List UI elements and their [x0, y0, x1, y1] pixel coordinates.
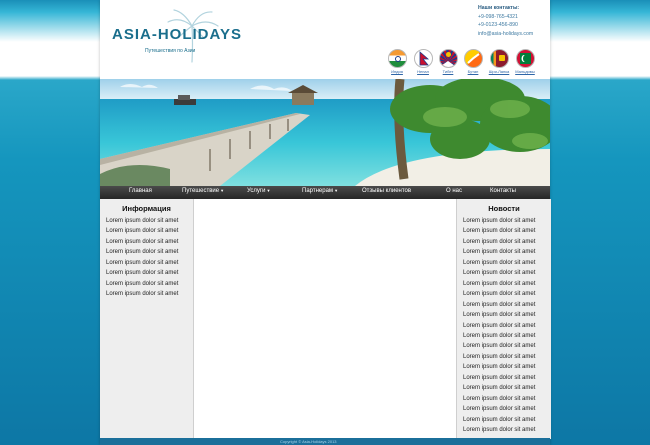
hero-beach-image	[100, 79, 550, 186]
list-item[interactable]: Lorem ipsum dolor sit amet	[463, 383, 551, 393]
sidebar-title: Новости	[488, 204, 520, 213]
list-item[interactable]: Lorem ipsum dolor sit amet	[106, 226, 193, 236]
nav-item-home[interactable]: Главная	[129, 188, 152, 194]
flag-link-sri-lanka[interactable]: Шри-Ланка	[489, 49, 509, 74]
list-item[interactable]: Lorem ipsum dolor sit amet	[463, 362, 551, 372]
list-item[interactable]: Lorem ipsum dolor sit amet	[463, 258, 551, 268]
sidebar-info: Информация Lorem ipsum dolor sit amet Lor…	[100, 199, 194, 439]
list-item[interactable]: Lorem ipsum dolor sit amet	[106, 268, 193, 278]
phone-2: +9-0123-456-890	[478, 22, 518, 29]
contacts-title: Наши контакты:	[478, 5, 520, 11]
nav-item-reviews[interactable]: Отзывы клиентов	[362, 188, 411, 194]
list-item[interactable]: Lorem ipsum dolor sit amet	[463, 247, 551, 257]
list-item[interactable]: Lorem ipsum dolor sit amet	[463, 425, 551, 435]
nav-label: О нас	[446, 188, 462, 194]
flag-link-bhutan[interactable]: Бутан	[463, 49, 483, 74]
list-item[interactable]: Lorem ipsum dolor sit amet	[463, 394, 551, 404]
caret-down-icon: ▼	[266, 188, 271, 193]
site-logo[interactable]: ASIA-HOLIDAYS	[112, 26, 242, 43]
flag-link-tibet[interactable]: Тибет	[438, 49, 458, 74]
flag-label: Мальдивы	[515, 69, 535, 74]
list-item[interactable]: Lorem ipsum dolor sit amet	[463, 216, 551, 226]
nepal-flag-icon	[413, 49, 433, 68]
nav-label: Путешествие	[182, 188, 220, 194]
nav-label: Отзывы клиентов	[362, 188, 412, 194]
nav-item-contacts[interactable]: Контакты	[490, 188, 516, 194]
tibet-flag-icon	[438, 49, 458, 68]
nav-item-services[interactable]: Услуги▼	[247, 188, 270, 194]
flag-link-india[interactable]: Индия	[387, 49, 407, 74]
list-item[interactable]: Lorem ipsum dolor sit amet	[463, 268, 551, 278]
contacts-block: Наши контакты: +9-098-765-4321 +9-0123-4…	[478, 4, 533, 38]
list-item[interactable]: Lorem ipsum dolor sit amet	[463, 404, 551, 414]
sidebar-news: Новости Lorem ipsum dolor sit amet Lorem …	[456, 199, 551, 439]
list-item[interactable]: Lorem ipsum dolor sit amet	[463, 373, 551, 383]
footer-copyright: Copyright © Asia-Holidays 2013	[280, 439, 337, 444]
news-list: Lorem ipsum dolor sit amet Lorem ipsum do…	[463, 216, 551, 436]
list-item[interactable]: Lorem ipsum dolor sit amet	[106, 258, 193, 268]
list-item[interactable]: Lorem ipsum dolor sit amet	[106, 237, 193, 247]
list-item[interactable]: Lorem ipsum dolor sit amet	[106, 289, 193, 299]
page-container: ASIA-HOLIDAYS Путешествия по Азии Наши к…	[100, 0, 551, 445]
list-item[interactable]: Lorem ipsum dolor sit amet	[463, 341, 551, 351]
nav-item-partners[interactable]: Партнерам▼	[302, 188, 338, 194]
flag-link-nepal[interactable]: Непал	[413, 49, 433, 74]
list-item[interactable]: Lorem ipsum dolor sit amet	[463, 300, 551, 310]
list-item[interactable]: Lorem ipsum dolor sit amet	[463, 226, 551, 236]
contact-email[interactable]: info@asia-holidays.com	[478, 30, 533, 39]
maldives-flag-icon	[515, 49, 535, 68]
list-item[interactable]: Lorem ipsum dolor sit amet	[106, 247, 193, 257]
nav-label: Услуги	[247, 188, 266, 194]
list-item[interactable]: Lorem ipsum dolor sit amet	[463, 310, 551, 320]
caret-down-icon: ▼	[334, 188, 339, 193]
nav-item-travel[interactable]: Путешествие▼	[182, 188, 224, 194]
sidebar-title: Информация	[122, 204, 171, 213]
list-item[interactable]: Lorem ipsum dolor sit amet	[463, 331, 551, 341]
india-flag-icon	[387, 49, 407, 68]
list-item[interactable]: Lorem ipsum dolor sit amet	[106, 216, 193, 226]
list-item[interactable]: Lorem ipsum dolor sit amet	[463, 321, 551, 331]
phone-1: +9-098-765-4321	[478, 13, 518, 20]
nav-label: Контакты	[490, 188, 516, 194]
country-flags: Индия Непал Тибет Бутан Шри-Ланка Мальди…	[385, 49, 540, 75]
info-list: Lorem ipsum dolor sit amet Lorem ipsum do…	[106, 216, 193, 300]
main-nav: Главная Путешествие▼ Услуги▼ Партнерам▼ …	[100, 186, 550, 199]
nav-item-about[interactable]: О нас	[446, 188, 462, 194]
list-item[interactable]: Lorem ipsum dolor sit amet	[106, 279, 193, 289]
nav-label: Партнерам	[302, 188, 334, 194]
caret-down-icon: ▼	[220, 188, 225, 193]
list-item[interactable]: Lorem ipsum dolor sit amet	[463, 237, 551, 247]
list-item[interactable]: Lorem ipsum dolor sit amet	[463, 279, 551, 289]
sri-lanka-flag-icon	[489, 49, 509, 68]
bhutan-flag-icon	[463, 49, 483, 68]
nav-label: Главная	[129, 188, 152, 194]
list-item[interactable]: Lorem ipsum dolor sit amet	[463, 289, 551, 299]
list-item[interactable]: Lorem ipsum dolor sit amet	[463, 352, 551, 362]
flag-link-maldives[interactable]: Мальдивы	[515, 49, 535, 74]
list-item[interactable]: Lorem ipsum dolor sit amet	[463, 415, 551, 425]
site-tagline: Путешествия по Азии	[145, 48, 196, 54]
